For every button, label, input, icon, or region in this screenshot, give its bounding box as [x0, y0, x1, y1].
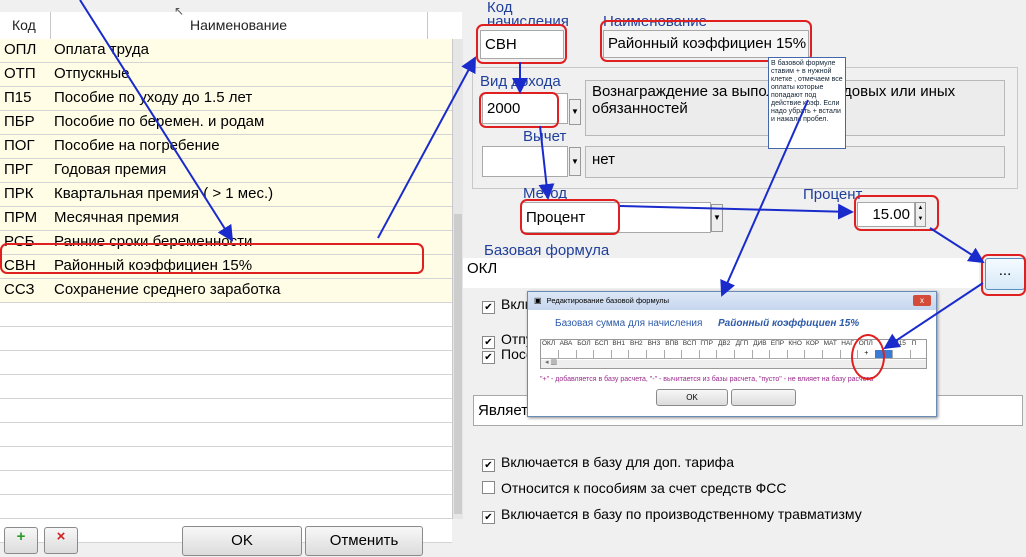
arrow: [720, 99, 809, 297]
arrow: [883, 282, 984, 350]
annotation-arrows: [79, 0, 985, 350]
arrow: [79, 0, 234, 242]
arrow: [377, 56, 476, 239]
arrow: [538, 125, 555, 200]
arrow: [619, 203, 854, 220]
arrow: [929, 227, 985, 264]
